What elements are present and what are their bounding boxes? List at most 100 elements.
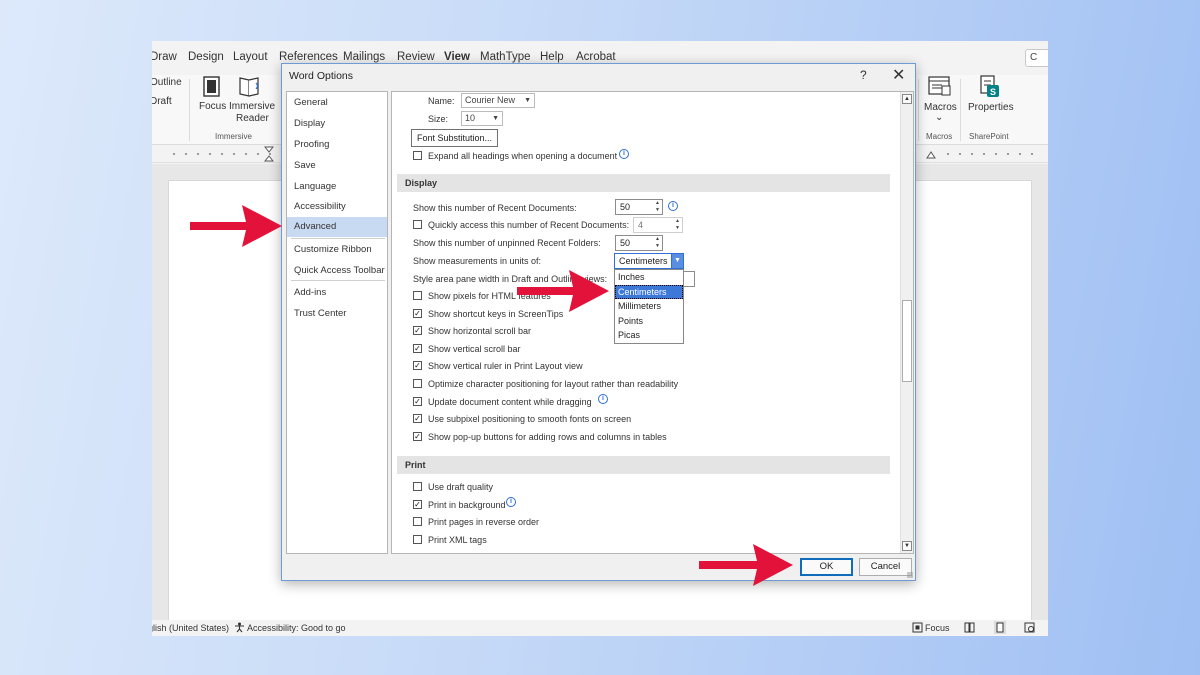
- ok-button[interactable]: OK: [800, 558, 853, 576]
- tab-design[interactable]: Design: [188, 51, 224, 63]
- option-checkbox[interactable]: ✓: [413, 361, 422, 370]
- units-option-picas[interactable]: Picas: [615, 328, 683, 343]
- display-section-header: Display: [397, 174, 890, 192]
- cancel-button[interactable]: Cancel: [859, 558, 912, 576]
- nav-language[interactable]: Language: [287, 177, 387, 197]
- language-status[interactable]: glish (United States): [152, 623, 229, 633]
- focus-mode-icon: [912, 622, 923, 633]
- measurement-units-select[interactable]: Centimeters ▼: [614, 253, 684, 269]
- nav-customize-ribbon[interactable]: Customize Ribbon: [287, 240, 387, 260]
- option-checkbox[interactable]: ✓: [413, 344, 422, 353]
- measurement-units-value: Centimeters: [619, 256, 668, 266]
- tab-draw[interactable]: Draw: [152, 51, 177, 63]
- indent-marker-icon[interactable]: [264, 146, 274, 162]
- font-name-dropdown[interactable]: Courier New ▼: [461, 93, 535, 108]
- properties-button[interactable]: Properties: [968, 102, 1014, 113]
- draft-view-button[interactable]: Draft: [152, 96, 172, 107]
- option-checkbox[interactable]: [413, 517, 422, 526]
- option-checkbox[interactable]: ✓: [413, 326, 422, 335]
- units-option-inches[interactable]: Inches: [615, 270, 683, 285]
- tab-mathtype[interactable]: MathType: [480, 51, 531, 63]
- tab-acrobat[interactable]: Acrobat: [576, 51, 616, 63]
- recent-docs-value: 50: [620, 202, 631, 212]
- scrollbar-thumb[interactable]: [902, 300, 912, 382]
- quick-access-checkbox[interactable]: [413, 220, 422, 229]
- measurements-label: Show measurements in units of:: [413, 256, 542, 266]
- info-icon[interactable]: i: [619, 149, 629, 159]
- tab-references[interactable]: References: [279, 51, 338, 63]
- option-checkbox[interactable]: ✓: [413, 500, 422, 509]
- spinner-arrows-icon: ▲ ▼: [655, 236, 660, 249]
- ruler-ticks: [942, 152, 1042, 156]
- tab-help[interactable]: Help: [540, 51, 564, 63]
- expand-headings-checkbox[interactable]: [413, 151, 422, 160]
- option-checkbox[interactable]: [413, 291, 422, 300]
- info-icon[interactable]: i: [668, 201, 678, 211]
- nav-add-ins[interactable]: Add-ins: [287, 283, 387, 303]
- option-checkbox[interactable]: ✓: [413, 414, 422, 423]
- chevron-down-icon: ▼: [524, 97, 531, 104]
- tab-layout[interactable]: Layout: [233, 51, 268, 63]
- nav-display[interactable]: Display: [287, 114, 387, 134]
- option-checkbox[interactable]: [413, 535, 422, 544]
- font-name-value: Courier New: [465, 95, 516, 105]
- comments-button[interactable]: C: [1025, 49, 1048, 67]
- nav-quick-access-toolbar[interactable]: Quick Access Toolbar: [287, 261, 387, 281]
- options-scrollbar[interactable]: ▲ ▼: [900, 92, 913, 553]
- resize-grip[interactable]: [907, 572, 913, 578]
- font-substitution-button[interactable]: Font Substitution...: [411, 129, 498, 147]
- option-label: Print pages in reverse order: [428, 517, 540, 527]
- macros-dropdown-icon[interactable]: ⌄: [935, 112, 943, 123]
- recent-folders-value: 50: [620, 238, 631, 248]
- recent-docs-spinner[interactable]: 50 ▲ ▼: [615, 199, 663, 215]
- tab-mailings[interactable]: Mailings: [343, 51, 385, 63]
- immersive-reader-label: Reader: [236, 113, 269, 124]
- info-icon[interactable]: i: [506, 497, 516, 507]
- nav-save[interactable]: Save: [287, 156, 387, 176]
- option-label: Show pop-up buttons for adding rows and …: [428, 432, 667, 442]
- units-option-points[interactable]: Points: [615, 314, 683, 329]
- chevron-down-icon[interactable]: ▼: [671, 254, 683, 268]
- status-bar: glish (United States) Accessibility: Goo…: [152, 620, 1048, 636]
- option-label: Use draft quality: [428, 482, 494, 492]
- web-layout-icon[interactable]: [1024, 622, 1035, 633]
- font-size-value: 10: [465, 113, 476, 123]
- nav-general[interactable]: General: [287, 93, 387, 113]
- option-label: Show vertical scroll bar: [428, 344, 521, 354]
- font-size-dropdown[interactable]: 10 ▼: [461, 111, 503, 126]
- scroll-up-icon[interactable]: ▲: [902, 94, 912, 104]
- nav-proofing[interactable]: Proofing: [287, 135, 387, 155]
- tab-view[interactable]: View: [444, 51, 470, 63]
- tab-review[interactable]: Review: [397, 51, 435, 63]
- nav-accessibility[interactable]: Accessibility: [287, 197, 387, 217]
- focus-button[interactable]: Focus: [199, 101, 226, 112]
- annotation-arrow-icon: [517, 270, 609, 312]
- option-label: Print XML tags: [428, 535, 487, 545]
- nav-trust-center[interactable]: Trust Center: [287, 304, 387, 324]
- units-option-millimeters[interactable]: Millimeters: [615, 299, 683, 314]
- option-checkbox[interactable]: ✓: [413, 432, 422, 441]
- focus-mode-button[interactable]: Focus: [925, 623, 950, 633]
- immersive-reader-button[interactable]: Immersive: [229, 101, 275, 112]
- macros-icon: [928, 76, 951, 96]
- accessibility-status[interactable]: Accessibility: Good to go: [247, 623, 346, 633]
- option-checkbox[interactable]: [413, 379, 422, 388]
- help-button[interactable]: ?: [860, 68, 867, 82]
- close-button[interactable]: ✕: [892, 65, 905, 85]
- print-layout-icon[interactable]: [994, 621, 1006, 634]
- quick-access-spinner[interactable]: 4 ▲ ▼: [633, 217, 683, 233]
- recent-folders-label: Show this number of unpinned Recent Fold…: [413, 238, 601, 248]
- outline-view-button[interactable]: Outline: [152, 77, 182, 88]
- recent-folders-spinner[interactable]: 50 ▲ ▼: [615, 235, 663, 251]
- chevron-down-icon: ▼: [492, 115, 499, 122]
- font-size-label: Size:: [428, 114, 449, 124]
- right-indent-marker-icon[interactable]: [926, 150, 936, 160]
- info-icon[interactable]: i: [598, 394, 608, 404]
- units-option-centimeters[interactable]: Centimeters: [615, 284, 683, 299]
- scroll-down-icon[interactable]: ▼: [902, 541, 912, 551]
- nav-advanced[interactable]: Advanced: [287, 217, 387, 237]
- option-checkbox[interactable]: ✓: [413, 309, 422, 318]
- option-checkbox[interactable]: [413, 482, 422, 491]
- read-mode-icon[interactable]: [964, 622, 975, 633]
- option-checkbox[interactable]: ✓: [413, 397, 422, 406]
